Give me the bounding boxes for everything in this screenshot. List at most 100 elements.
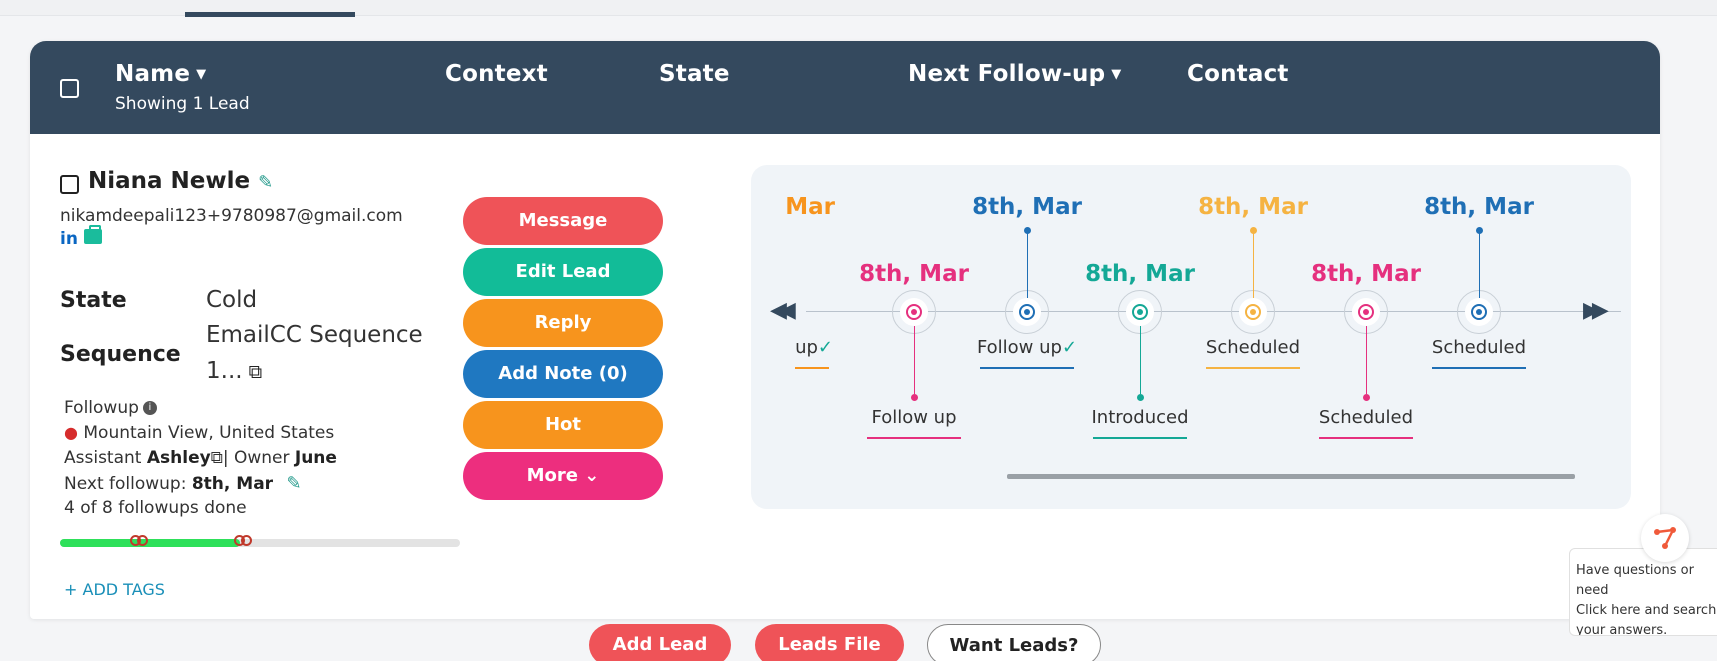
add-note-0-button[interactable]: Add Note (0) xyxy=(463,350,663,398)
timeline-date: 8th, Mar xyxy=(1198,194,1308,220)
timeline-date: 8th, Mar xyxy=(1085,261,1195,287)
timeline-stem xyxy=(1479,230,1480,298)
help-bubble[interactable] xyxy=(1641,514,1689,562)
timeline-stem xyxy=(1253,230,1254,298)
timeline-label: up✓ xyxy=(795,337,833,358)
sequence-value-line1[interactable]: EmailCC Sequence xyxy=(206,322,423,348)
reply-button[interactable]: Reply xyxy=(463,299,663,347)
lead-email: nikamdeepali123+9780987@gmail.com xyxy=(60,206,403,226)
timeline-label-text: Introduced xyxy=(1091,407,1189,428)
timeline-stem-dot xyxy=(1363,394,1370,401)
timeline-label: Follow up xyxy=(871,407,956,428)
timeline-node[interactable] xyxy=(1118,290,1162,334)
more-button[interactable]: More ⌄ xyxy=(463,452,663,500)
done-check-icon: ✓ xyxy=(1061,337,1078,358)
followup-title: Followup xyxy=(64,398,139,418)
timeline-prev-icon[interactable]: ◀◀ xyxy=(770,298,796,323)
timeline-node[interactable] xyxy=(1231,290,1275,334)
context-column-header: Context xyxy=(445,61,548,87)
select-all-checkbox[interactable] xyxy=(60,79,79,98)
timeline-date: 8th, Mar xyxy=(1424,194,1534,220)
timeline-stem xyxy=(914,326,915,394)
timeline-node[interactable] xyxy=(892,290,936,334)
timeline-label: Scheduled xyxy=(1319,407,1413,428)
timeline-label-underline xyxy=(980,367,1074,369)
sort-caret-icon[interactable]: ▼ xyxy=(196,67,206,82)
timeline-stem xyxy=(1366,326,1367,394)
next-followup-column-header[interactable]: Next Follow-up ▼ xyxy=(908,61,1121,87)
timeline-label-text: Scheduled xyxy=(1431,337,1527,358)
timeline-date: Mar xyxy=(785,194,835,220)
timeline-date: 8th, Mar xyxy=(1311,261,1421,287)
assistant-prefix: Assistant xyxy=(64,448,142,468)
timeline-label-underline xyxy=(1206,367,1300,369)
leads-table-card: Name ▼ Showing 1 Lead Context State Next … xyxy=(30,41,1660,619)
assistant-name[interactable]: Ashley xyxy=(147,448,211,468)
active-tab-indicator xyxy=(185,12,355,17)
timeline-node[interactable] xyxy=(1005,290,1049,334)
sort-caret-icon[interactable]: ▼ xyxy=(1111,67,1121,82)
name-column-label: Name xyxy=(115,61,191,87)
briefcase-icon[interactable] xyxy=(84,225,102,244)
followup-timeline: ◀◀ ▶▶ Mar up✓ 8th, Mar Follow up 8th, Mar Fol… xyxy=(751,165,1631,509)
external-link-icon[interactable]: ⧉ xyxy=(211,448,223,468)
lead-name[interactable]: Niana Newle xyxy=(88,168,250,194)
hot-button[interactable]: Hot xyxy=(463,401,663,449)
assistant-owner-line: Assistant Ashley⧉| Owner June xyxy=(64,448,337,468)
help-text-line1: Have questions or need xyxy=(1576,563,1694,598)
owner-name: June xyxy=(294,448,337,468)
sequence-value-truncated: 1... xyxy=(206,358,243,384)
timeline-scrollbar[interactable] xyxy=(1007,474,1575,479)
lead-checkbox[interactable] xyxy=(60,175,79,194)
want-leads-button[interactable]: Want Leads? xyxy=(927,624,1101,661)
timeline-label-text: Scheduled xyxy=(1205,337,1301,358)
timeline-label: Introduced xyxy=(1091,407,1188,428)
timeline-node[interactable] xyxy=(1457,290,1501,334)
timeline-stem xyxy=(1027,230,1028,298)
timeline-next-icon[interactable]: ▶▶ xyxy=(1583,298,1609,323)
timeline-label-underline xyxy=(1319,437,1413,439)
timeline-date: 8th, Mar xyxy=(972,194,1082,220)
timeline-label: Scheduled xyxy=(1206,337,1300,358)
timeline-label-underline xyxy=(867,437,961,439)
location-line: ● Mountain View, United States xyxy=(64,423,334,443)
state-label: State xyxy=(60,288,127,313)
next-followup-line: Next followup: 8th, Mar ✎ xyxy=(64,473,302,494)
done-check-icon: ✓ xyxy=(817,337,833,358)
add-tags-link[interactable]: + ADD TAGS xyxy=(64,580,165,599)
state-value: Cold xyxy=(206,287,258,313)
showing-count: Showing 1 Lead xyxy=(115,94,250,114)
sequence-label: Sequence xyxy=(60,342,181,367)
add-lead-button[interactable]: Add Lead xyxy=(589,624,731,661)
link-marker-icon xyxy=(234,535,254,549)
timeline-label-underline xyxy=(795,367,830,369)
timeline-label-underline xyxy=(1093,437,1187,439)
location-text: Mountain View, United States xyxy=(83,423,335,443)
info-icon[interactable]: i xyxy=(142,401,157,415)
external-link-icon[interactable]: ⧉ xyxy=(249,361,263,383)
linkedin-icon[interactable]: in xyxy=(60,229,78,249)
next-followup-date: 8th, Mar xyxy=(191,474,274,494)
contact-column-header: Contact xyxy=(1187,61,1289,87)
next-followup-label: Next Follow-up xyxy=(908,61,1106,87)
sequence-value-line2[interactable]: 1... ⧉ xyxy=(206,358,262,384)
timeline-stem-dot xyxy=(1137,394,1144,401)
timeline-label: Scheduled xyxy=(1432,337,1526,358)
help-text-line3: your answers. xyxy=(1576,623,1668,636)
timeline-label-text: Scheduled xyxy=(1318,407,1414,428)
edit-name-pencil-icon[interactable]: ✎ xyxy=(258,172,273,193)
help-widget[interactable]: Have questions or need Click here and se… xyxy=(1569,548,1717,636)
timeline-node[interactable] xyxy=(1344,290,1388,334)
leads-file-button[interactable]: Leads File xyxy=(755,624,904,661)
location-pin-icon: ● xyxy=(64,423,78,442)
name-column-header[interactable]: Name ▼ xyxy=(115,61,206,87)
timeline-stem-dot xyxy=(1476,227,1483,234)
lead-name-row: Niana Newle ✎ xyxy=(88,168,273,194)
help-network-icon xyxy=(1654,527,1676,549)
edit-followup-pencil-icon[interactable]: ✎ xyxy=(286,473,301,494)
timeline-stem-dot xyxy=(1250,227,1257,234)
edit-lead-button[interactable]: Edit Lead xyxy=(463,248,663,296)
help-text-line2: Click here and search xyxy=(1576,603,1717,618)
timeline-date: 8th, Mar xyxy=(859,261,969,287)
message-button[interactable]: Message xyxy=(463,197,663,245)
